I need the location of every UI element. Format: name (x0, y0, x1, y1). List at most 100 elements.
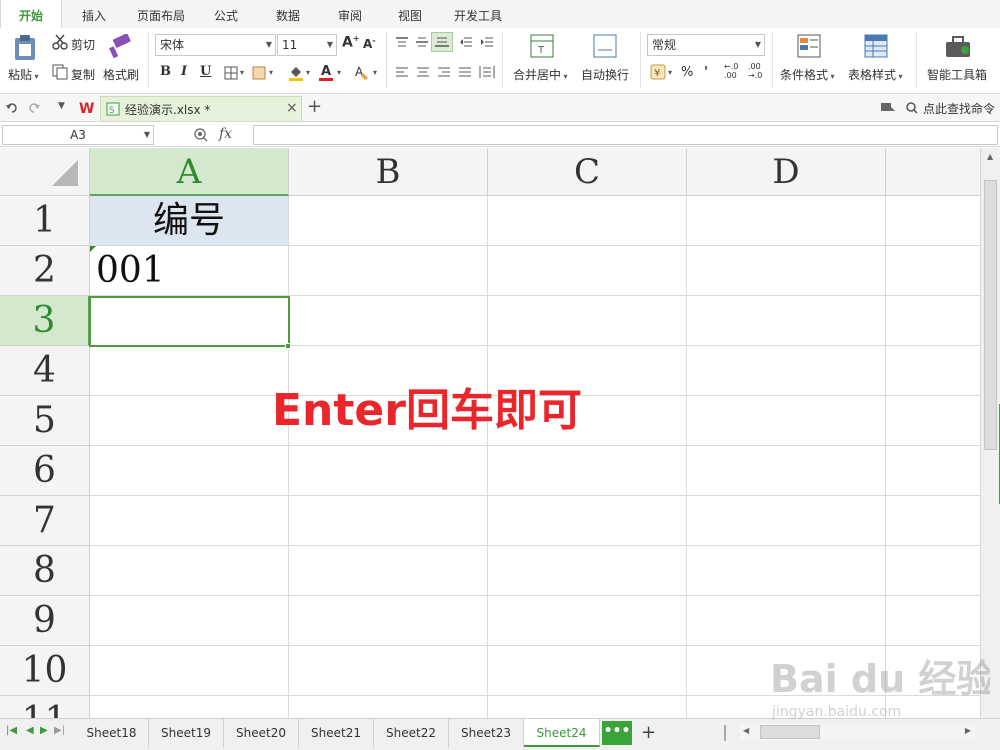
cell[interactable] (90, 596, 289, 646)
cell[interactable] (289, 646, 488, 696)
tab-formula[interactable]: 公式 (198, 0, 254, 28)
decrease-decimal-icon[interactable]: .00 →.0 (748, 62, 762, 80)
cell[interactable] (886, 396, 980, 446)
row-header-6[interactable]: 6 (0, 446, 90, 496)
row-header-4[interactable]: 4 (0, 346, 90, 396)
cell[interactable] (488, 696, 687, 718)
cell[interactable] (289, 596, 488, 646)
cell[interactable] (90, 646, 289, 696)
fill-handle[interactable] (285, 343, 291, 349)
clear-format-dropdown-icon[interactable]: ▾ (373, 68, 377, 77)
conditional-format-icon[interactable] (797, 34, 821, 58)
cell[interactable] (289, 696, 488, 718)
zoom-icon[interactable] (194, 128, 208, 142)
cell[interactable] (687, 246, 886, 296)
column-header-e[interactable] (886, 148, 980, 196)
wrap-text-icon[interactable] (593, 34, 617, 58)
align-middle-icon[interactable] (415, 36, 429, 48)
cell[interactable] (488, 196, 687, 246)
cell[interactable] (90, 346, 289, 396)
fill-color-dropdown-icon[interactable]: ▾ (306, 68, 310, 77)
horizontal-scrollbar[interactable]: ◀ ▶ (740, 723, 975, 741)
cell[interactable] (289, 496, 488, 546)
cell[interactable] (488, 246, 687, 296)
font-color-dropdown-icon[interactable]: ▾ (337, 68, 341, 77)
cell[interactable] (687, 546, 886, 596)
cell[interactable] (289, 446, 488, 496)
cell[interactable] (488, 446, 687, 496)
sheet-tab-sheet23[interactable]: Sheet23 (449, 719, 524, 747)
bold-button[interactable]: B (160, 64, 171, 79)
italic-button[interactable]: I (181, 64, 187, 79)
tab-insert[interactable]: 插入 (64, 0, 124, 28)
smart-toolbox-button[interactable]: 智能工具箱 (927, 66, 987, 83)
close-tab-icon[interactable]: × (286, 100, 298, 116)
font-color-icon[interactable]: A (318, 63, 334, 82)
align-bottom-button[interactable] (431, 32, 453, 52)
column-header-a[interactable]: A (90, 148, 289, 196)
formula-input[interactable] (253, 125, 998, 145)
font-size-select[interactable]: 11 ▼ (277, 34, 337, 56)
wrap-text-button[interactable]: 自动换行 (581, 66, 629, 83)
column-header-c[interactable]: C (488, 148, 687, 196)
tab-home[interactable]: 开始 (0, 0, 62, 28)
align-right-icon[interactable] (437, 66, 451, 78)
scroll-left-icon[interactable]: ◀ (743, 726, 749, 735)
next-sheet-icon[interactable]: ▶ (40, 725, 48, 736)
align-center-icon[interactable] (416, 66, 430, 78)
last-sheet-icon[interactable]: ▶| (54, 725, 65, 736)
number-format-select[interactable]: 常规 ▼ (647, 34, 765, 56)
tab-splitter[interactable] (724, 725, 726, 741)
sheet-tab-sheet24[interactable]: Sheet24 (524, 719, 600, 747)
tab-review[interactable]: 审阅 (322, 0, 378, 28)
row-header-8[interactable]: 8 (0, 546, 90, 596)
cell[interactable] (886, 546, 980, 596)
name-box-dropdown-icon[interactable]: ▼ (144, 126, 150, 144)
search-command-button[interactable]: 点此查找命令 (923, 100, 995, 117)
align-left-icon[interactable] (395, 66, 409, 78)
paste-icon[interactable] (12, 34, 38, 62)
column-header-d[interactable]: D (687, 148, 886, 196)
cell[interactable] (687, 596, 886, 646)
cell[interactable] (90, 496, 289, 546)
fill-color-icon[interactable] (288, 64, 304, 82)
new-tab-icon[interactable]: + (307, 96, 322, 117)
table-style-button[interactable]: 表格样式 ▾ (848, 66, 903, 83)
row-header-7[interactable]: 7 (0, 496, 90, 546)
increase-font-icon[interactable]: A+ (342, 34, 360, 51)
cell[interactable] (687, 346, 886, 396)
merge-center-button[interactable]: 合并居中 ▾ (513, 66, 568, 83)
percent-button[interactable]: % (681, 65, 693, 80)
row-header-2[interactable]: 2 (0, 246, 90, 296)
redo-icon[interactable] (28, 102, 40, 114)
name-box[interactable]: A3 ▼ (2, 125, 154, 145)
insert-function-button[interactable]: fx (219, 126, 232, 142)
row-header-3[interactable]: 3 (0, 296, 90, 346)
sheet-tab-sheet19[interactable]: Sheet19 (149, 719, 224, 747)
sheet-tab-sheet20[interactable]: Sheet20 (224, 719, 299, 747)
cell[interactable] (90, 446, 289, 496)
cell[interactable] (886, 346, 980, 396)
cut-button[interactable]: 剪切 (71, 36, 95, 53)
cell[interactable] (488, 646, 687, 696)
toolbox-icon[interactable] (945, 36, 971, 58)
sheet-tab-sheet21[interactable]: Sheet21 (299, 719, 374, 747)
cell[interactable] (488, 496, 687, 546)
document-tab[interactable]: S 经验演示.xlsx * × (100, 96, 302, 121)
add-sheet-button[interactable]: + (641, 722, 656, 743)
cell[interactable] (687, 496, 886, 546)
justify-icon[interactable] (458, 66, 472, 78)
cell[interactable] (289, 546, 488, 596)
undo-icon[interactable] (6, 102, 18, 114)
merge-center-icon[interactable]: T (530, 34, 554, 58)
select-all-corner[interactable] (0, 148, 90, 196)
border-icon[interactable] (224, 66, 238, 80)
paste-button[interactable]: 粘贴 ▾ (8, 66, 39, 83)
row-header-11[interactable]: 11 (0, 696, 90, 718)
decrease-font-icon[interactable]: A- (363, 36, 376, 51)
quick-menu-dropdown-icon[interactable]: ▼ (58, 101, 65, 111)
fill-pattern-dropdown-icon[interactable]: ▾ (269, 68, 273, 77)
cell[interactable] (687, 396, 886, 446)
cell[interactable] (488, 546, 687, 596)
cell[interactable] (886, 496, 980, 546)
